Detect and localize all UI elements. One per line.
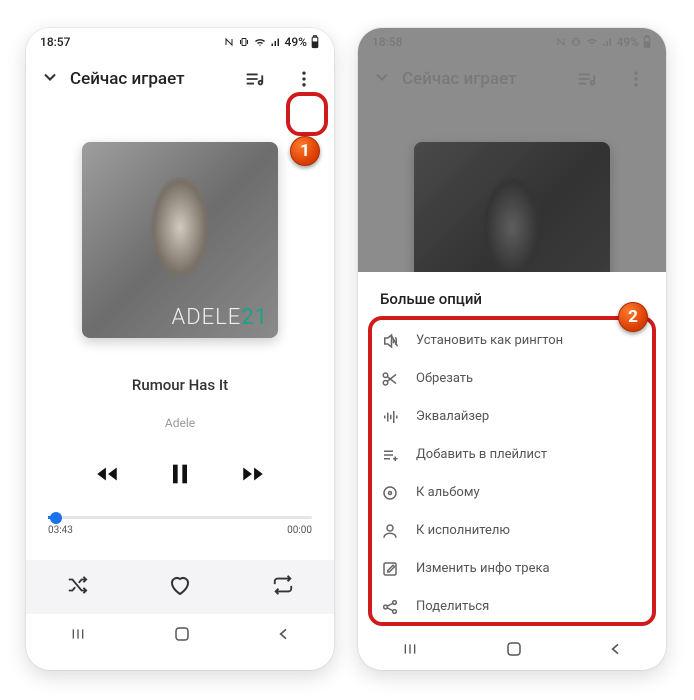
status-bar: 18:57 49% bbox=[26, 28, 334, 56]
seek-bar[interactable] bbox=[48, 516, 312, 519]
time-elapsed: 03:43 bbox=[48, 525, 73, 536]
options-menu: Установить как рингтон Обрезать Эквалайзер… bbox=[380, 322, 644, 626]
back-button[interactable] bbox=[608, 641, 624, 661]
volume-off-icon bbox=[380, 332, 400, 350]
now-playing-header: Сейчас играет bbox=[26, 56, 334, 102]
menu-item-label: Добавить в плейлист bbox=[416, 447, 547, 462]
person-icon bbox=[380, 522, 400, 540]
wifi-icon bbox=[253, 36, 267, 48]
menu-item-label: К исполнителю bbox=[416, 523, 510, 538]
disc-icon bbox=[380, 484, 400, 502]
prev-button[interactable] bbox=[94, 461, 120, 491]
track-title: Rumour Has It bbox=[26, 376, 334, 394]
progress-area: 03:43 00:00 bbox=[26, 516, 334, 536]
menu-item-edit[interactable]: Изменить инфо трека bbox=[380, 550, 644, 588]
playback-controls bbox=[26, 460, 334, 492]
options-sheet: Больше опций Установить как рингтон Обрез… bbox=[358, 272, 666, 632]
album-art-text: ADELE21 bbox=[171, 305, 268, 330]
scissors-icon bbox=[380, 370, 400, 388]
status-time: 18:57 bbox=[40, 35, 70, 49]
favorite-button[interactable] bbox=[168, 573, 192, 601]
menu-item-share[interactable]: Поделиться bbox=[380, 588, 644, 626]
menu-item-label: К альбому bbox=[416, 485, 480, 500]
album-art-container: ADELE21 bbox=[26, 102, 334, 338]
phone-right: 18:58 49% Сейчас играет bbox=[358, 28, 666, 670]
queue-button[interactable] bbox=[234, 59, 274, 99]
menu-item-person[interactable]: К исполнителю bbox=[380, 512, 644, 550]
menu-item-label: Обрезать bbox=[416, 371, 473, 386]
menu-item-label: Поделиться bbox=[416, 599, 489, 614]
track-artist: Adele bbox=[26, 416, 334, 430]
menu-item-volume-off[interactable]: Установить как рингтон bbox=[380, 322, 644, 360]
bottom-actions bbox=[26, 560, 334, 614]
playlist-add-icon bbox=[380, 446, 400, 464]
equalizer-icon bbox=[380, 408, 400, 426]
vibrate-icon bbox=[238, 36, 250, 48]
android-navbar bbox=[26, 614, 334, 656]
menu-item-playlist-add[interactable]: Добавить в плейлист bbox=[380, 436, 644, 474]
header-title: Сейчас играет bbox=[70, 69, 224, 89]
more-button[interactable] bbox=[284, 59, 324, 99]
repeat-button[interactable] bbox=[272, 574, 294, 600]
signal-icon bbox=[270, 36, 282, 48]
menu-item-disc[interactable]: К альбому bbox=[380, 474, 644, 512]
dim-overlay[interactable] bbox=[358, 28, 666, 272]
home-button[interactable] bbox=[173, 625, 191, 647]
nfc-icon bbox=[223, 36, 235, 48]
badge-2: 2 bbox=[618, 302, 648, 332]
menu-item-scissors[interactable]: Обрезать bbox=[380, 360, 644, 398]
next-button[interactable] bbox=[240, 461, 266, 491]
menu-item-equalizer[interactable]: Эквалайзер bbox=[380, 398, 644, 436]
share-icon bbox=[380, 598, 400, 616]
home-button[interactable] bbox=[505, 640, 523, 662]
menu-item-label: Изменить инфо трека bbox=[416, 561, 550, 576]
recents-button[interactable] bbox=[68, 626, 88, 646]
recents-button[interactable] bbox=[400, 641, 420, 661]
shuffle-button[interactable] bbox=[66, 574, 88, 600]
menu-item-label: Эквалайзер bbox=[416, 409, 489, 424]
back-button[interactable] bbox=[276, 626, 292, 646]
battery-text: 49% bbox=[285, 35, 307, 49]
menu-item-label: Установить как рингтон bbox=[416, 333, 563, 348]
edit-icon bbox=[380, 560, 400, 578]
android-navbar bbox=[358, 632, 666, 670]
battery-icon bbox=[310, 35, 320, 49]
time-total: 00:00 bbox=[287, 525, 312, 536]
sheet-title: Больше опций bbox=[380, 290, 644, 308]
phone-left: 18:57 49% Сейчас играет ADELE21 Rumour H… bbox=[26, 28, 334, 670]
status-right: 49% bbox=[223, 35, 320, 49]
chevron-down-icon[interactable] bbox=[40, 67, 60, 91]
play-pause-button[interactable] bbox=[166, 460, 194, 492]
album-art[interactable]: ADELE21 bbox=[82, 142, 278, 338]
badge-1: 1 bbox=[290, 136, 320, 166]
